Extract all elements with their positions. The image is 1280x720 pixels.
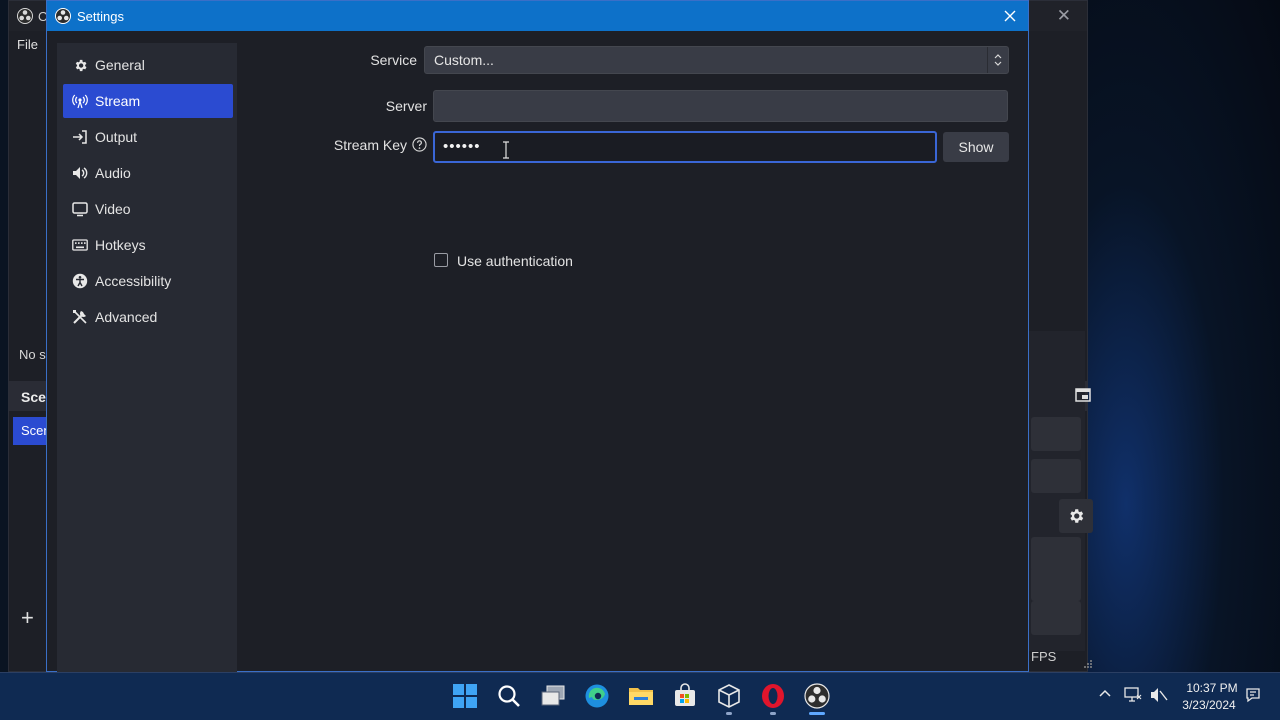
gear-icon xyxy=(1070,509,1084,523)
show-key-button[interactable]: Show xyxy=(943,132,1009,162)
speaker-icon xyxy=(72,165,88,181)
sidebar-item-advanced[interactable]: Advanced xyxy=(63,300,233,334)
active-indicator xyxy=(809,712,825,715)
dialog-titlebar[interactable]: Settings xyxy=(47,1,1028,31)
close-icon[interactable] xyxy=(1000,6,1020,26)
notification-icon[interactable] xyxy=(1245,687,1261,703)
virtualbox-icon[interactable] xyxy=(716,683,742,709)
accessibility-icon xyxy=(72,273,88,289)
sidebar-item-label: Advanced xyxy=(95,309,158,325)
use-authentication-checkbox[interactable] xyxy=(434,253,448,267)
service-select[interactable]: Custom... xyxy=(424,46,1009,74)
controls-button[interactable] xyxy=(1031,537,1081,571)
sidebar-item-hotkeys[interactable]: Hotkeys xyxy=(63,228,233,262)
sidebar-item-video[interactable]: Video xyxy=(63,192,233,226)
sidebar-item-label: Hotkeys xyxy=(95,237,146,253)
obs-icon xyxy=(17,8,33,24)
settings-sidebar: General Stream Output Audio Video Hotkey… xyxy=(57,43,237,673)
search-icon[interactable] xyxy=(496,683,522,709)
running-indicator xyxy=(726,712,732,715)
server-input[interactable] xyxy=(433,90,1008,122)
sidebar-item-label: Video xyxy=(95,201,131,217)
output-icon xyxy=(72,129,88,145)
taskbar: 10:37 PM 3/23/2024 xyxy=(0,672,1280,720)
clock-time[interactable]: 10:37 PM xyxy=(1182,681,1242,695)
text-cursor-icon xyxy=(503,141,509,159)
volume-muted-icon[interactable] xyxy=(1150,687,1168,703)
file-explorer-icon[interactable] xyxy=(628,683,654,709)
no-source-text: No s xyxy=(19,347,46,362)
sidebar-item-label: General xyxy=(95,57,145,73)
use-authentication-label[interactable]: Use authentication xyxy=(457,253,573,269)
stream-key-label: Stream Key xyxy=(333,137,407,153)
sidebar-item-label: Stream xyxy=(95,93,141,109)
antenna-icon xyxy=(72,93,88,109)
popout-icon[interactable] xyxy=(1075,388,1091,402)
sidebar-item-stream[interactable]: Stream xyxy=(63,84,233,118)
service-label: Service xyxy=(370,52,417,68)
controls-button[interactable] xyxy=(1031,601,1081,635)
gear-icon xyxy=(72,57,88,73)
updown-arrows-icon xyxy=(987,47,1008,73)
store-icon[interactable] xyxy=(672,683,698,709)
sidebar-item-general[interactable]: General xyxy=(63,48,233,82)
opera-icon[interactable] xyxy=(760,683,786,709)
keyboard-icon xyxy=(72,237,88,253)
task-view-icon[interactable] xyxy=(540,683,566,709)
windows-start-icon[interactable] xyxy=(452,683,478,709)
sidebar-item-audio[interactable]: Audio xyxy=(63,156,233,190)
chevron-up-icon[interactable] xyxy=(1098,687,1112,701)
service-value: Custom... xyxy=(434,52,494,68)
edge-icon[interactable] xyxy=(584,683,610,709)
sidebar-item-output[interactable]: Output xyxy=(63,120,233,154)
tools-icon xyxy=(72,309,88,325)
server-label: Server xyxy=(385,98,427,114)
sidebar-item-label: Accessibility xyxy=(95,273,172,289)
settings-dialog: Settings General Stream Output Audio Vid… xyxy=(46,0,1029,673)
controls-button[interactable] xyxy=(1031,567,1081,601)
monitor-icon xyxy=(72,201,88,217)
help-icon[interactable] xyxy=(412,137,427,152)
main-close-icon[interactable]: ✕ xyxy=(1057,6,1071,26)
dialog-title: Settings xyxy=(77,9,124,24)
fps-text: FPS xyxy=(1031,649,1057,664)
sidebar-item-accessibility[interactable]: Accessibility xyxy=(63,264,233,298)
sidebar-item-label: Audio xyxy=(95,165,131,181)
obs-icon[interactable] xyxy=(804,683,830,709)
network-icon[interactable] xyxy=(1124,687,1142,703)
controls-button[interactable] xyxy=(1031,417,1081,451)
sidebar-item-label: Output xyxy=(95,129,138,145)
add-scene-button[interactable]: + xyxy=(21,605,34,631)
resize-grip-icon[interactable] xyxy=(1083,659,1093,669)
obs-icon xyxy=(55,8,71,24)
controls-button[interactable] xyxy=(1031,459,1081,493)
desktop-background xyxy=(1060,0,1280,672)
clock-date[interactable]: 3/23/2024 xyxy=(1176,698,1242,712)
settings-gear-button[interactable] xyxy=(1059,499,1093,533)
running-indicator xyxy=(770,712,776,715)
menu-file[interactable]: File xyxy=(17,37,38,52)
